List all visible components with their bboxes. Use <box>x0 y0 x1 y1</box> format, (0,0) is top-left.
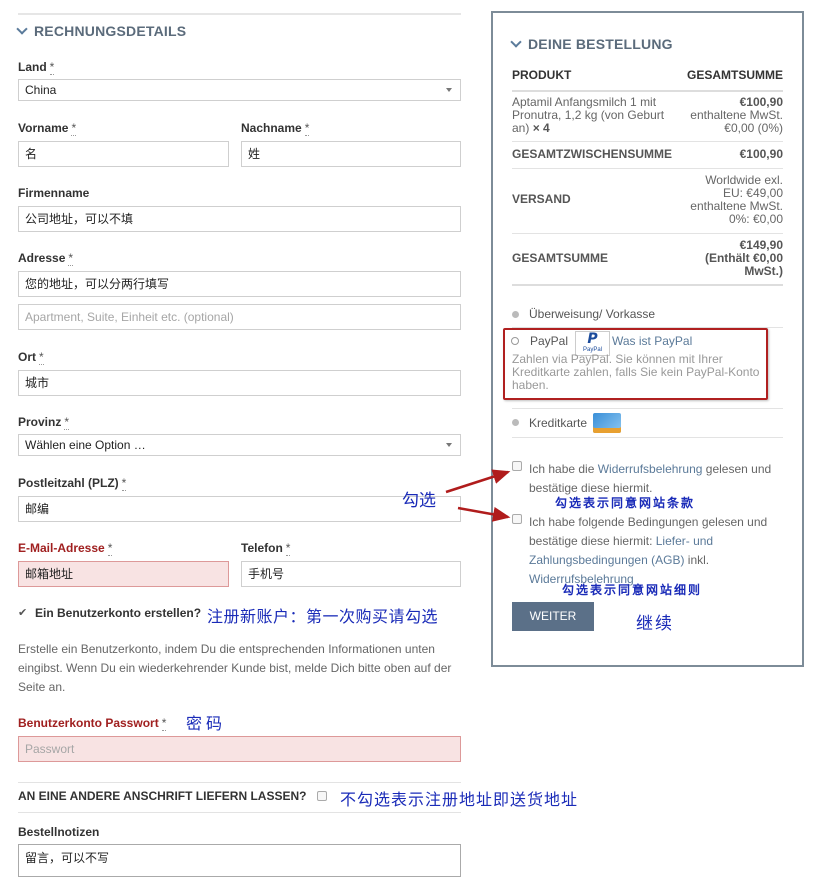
total-label: GESAMTSUMME <box>512 251 608 265</box>
address-input[interactable]: 您的地址，可以分两行填写 <box>18 271 461 297</box>
email-input[interactable]: 邮箱地址 <box>18 561 229 587</box>
payment-radio-bank[interactable] <box>512 311 519 318</box>
state-select[interactable]: Wählen eine Option … <box>18 434 461 456</box>
address-label: Adresse * <box>18 251 74 266</box>
annotation-password: 密码 <box>186 714 227 733</box>
order-item-name: Aptamil Anfangsmilch 1 mit Pronutra, 1,2… <box>512 95 665 135</box>
password-label: Benutzerkonto Passwort * <box>18 716 167 731</box>
terms-conditions-text[interactable]: Ich habe folgende Bedingungen gelesen un… <box>529 513 767 589</box>
annotation-check: 勾选 <box>402 491 436 511</box>
payment-card-label[interactable]: Kreditkarte <box>529 416 587 430</box>
country-label: Land * <box>18 60 55 75</box>
billing-section-title: RECHNUNGSDETAILS <box>16 23 186 39</box>
payment-bank-label[interactable]: Überweisung/ Vorkasse <box>529 307 655 321</box>
select-arrow-icon <box>446 443 452 447</box>
paypal-description: Zahlen via PayPal. Sie können mit Ihrer … <box>512 352 760 392</box>
city-label: Ort * <box>18 350 44 365</box>
password-input[interactable]: Passwort <box>18 736 461 762</box>
chevron-down-icon <box>510 36 522 48</box>
col-total-header: GESAMTSUMME <box>687 68 783 82</box>
continue-button[interactable]: WEITER <box>512 602 594 631</box>
lastname-input[interactable]: 姓 <box>241 141 461 167</box>
country-select[interactable]: China <box>18 79 461 101</box>
total-value: €149,90 (Enthält €0,00 MwSt.) <box>704 238 783 278</box>
order-item-tax: enthaltene MwSt. €0,00 (0%) <box>690 108 783 135</box>
lastname-label: Nachname * <box>241 121 310 136</box>
create-account-description: Erstelle ein Benutzerkonto, indem Du die… <box>18 642 452 694</box>
notes-textarea[interactable]: 留言，可以不写 <box>18 844 461 877</box>
notes-label: Bestellnotizen <box>18 825 100 839</box>
firstname-input[interactable]: 名 <box>18 141 229 167</box>
zip-input[interactable]: 邮编 <box>18 496 461 522</box>
subtotal-label: GESAMTZWISCHENSUMME <box>512 147 672 161</box>
payment-radio-paypal[interactable] <box>511 337 519 345</box>
annotation-continue: 继续 <box>636 614 674 634</box>
create-account-checkbox[interactable]: ✔ <box>18 606 27 619</box>
state-label: Provinz * <box>18 415 70 430</box>
create-account-label[interactable]: Ein Benutzerkonto erstellen? <box>35 606 201 620</box>
col-product-header: PRODUKT <box>512 68 572 82</box>
payment-radio-card[interactable] <box>512 419 519 426</box>
annotation-details: 勾选表示同意网站细则 <box>562 583 703 597</box>
select-arrow-icon <box>446 88 452 92</box>
terms-withdrawal-text[interactable]: Ich habe die Widerrufsbelehrung gelesen … <box>529 460 771 498</box>
zip-label: Postleitzahl (PLZ) * <box>18 476 127 491</box>
phone-input[interactable]: 手机号 <box>241 561 461 587</box>
address2-input[interactable]: Apartment, Suite, Einheit etc. (optional… <box>18 304 461 330</box>
ship-different-checkbox[interactable] <box>317 791 327 801</box>
annotation-terms: 勾选表示同意网站条款 <box>555 496 696 510</box>
city-input[interactable]: 城市 <box>18 370 461 396</box>
email-label: E-Mail-Adresse * <box>18 541 113 556</box>
firstname-label: Vorname * <box>18 121 77 136</box>
subtotal-value: €100,90 <box>739 147 783 161</box>
shipping-label: VERSAND <box>512 192 571 206</box>
withdrawal-link[interactable]: Widerrufsbelehrung <box>598 462 703 476</box>
chevron-down-icon <box>16 23 28 35</box>
company-label: Firmenname <box>18 186 90 200</box>
arrow-to-checkbox-1 <box>445 469 511 494</box>
shipping-value: Worldwide exl. EU: €49,00 enthaltene MwS… <box>690 173 783 226</box>
agb-link[interactable]: Zahlungsbedingungen (AGB) <box>529 553 684 567</box>
annotation-register: 注册新账户：第一次购买请勾选 <box>207 607 439 626</box>
credit-card-icon <box>593 413 621 433</box>
delivery-terms-link[interactable]: Liefer- und <box>656 534 713 548</box>
phone-label: Telefon * <box>241 541 291 556</box>
company-input[interactable]: 公司地址，可以不填 <box>18 206 461 232</box>
annotation-shipping: 不勾选表示注册地址即送货地址 <box>340 790 579 809</box>
ship-different-label: AN EINE ANDERE ANSCHRIFT LIEFERN LASSEN? <box>18 789 307 803</box>
arrow-to-checkbox-2 <box>457 506 511 522</box>
what-is-paypal-link[interactable]: Was ist PayPal <box>612 334 692 348</box>
annotation-arrows <box>445 469 511 522</box>
payment-paypal-label[interactable]: PayPal <box>530 334 568 348</box>
order-section-title: DEINE BESTELLUNG <box>510 36 673 52</box>
